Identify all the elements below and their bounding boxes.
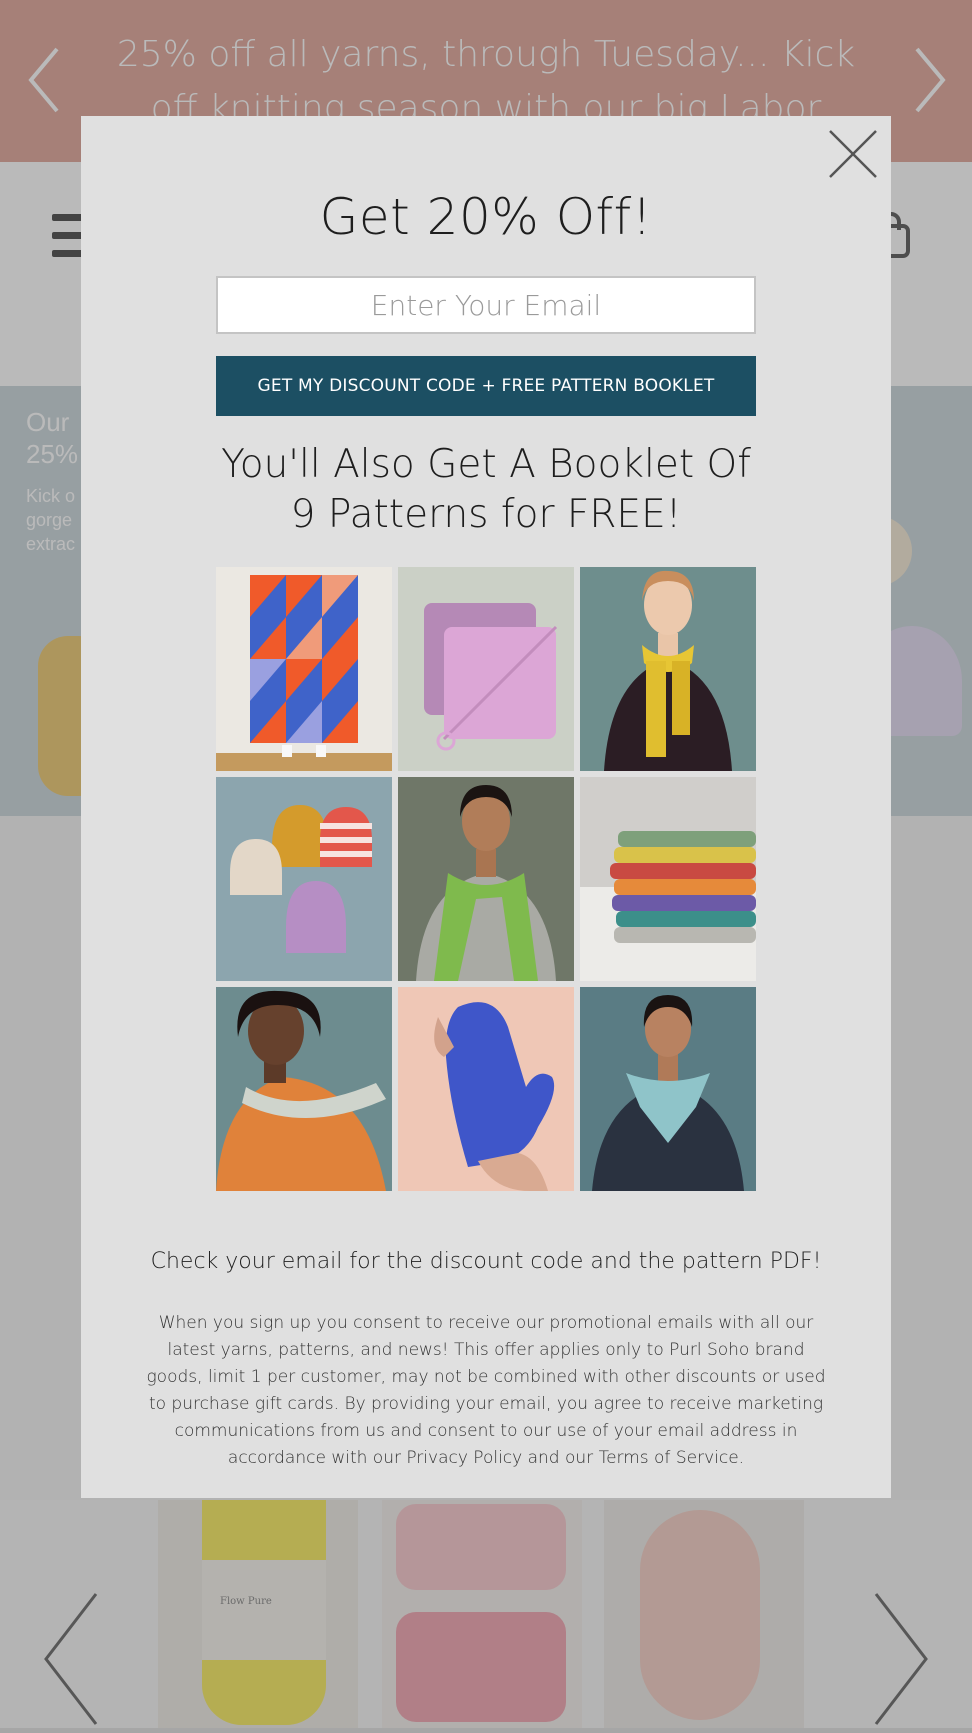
popup-title: Get 20% Off! bbox=[319, 188, 653, 246]
pattern-image-blue-kerchief bbox=[580, 987, 756, 1191]
pattern-image-blue-mitten bbox=[398, 987, 574, 1191]
discount-popup: Get 20% Off! GET MY DISCOUNT CODE + FREE… bbox=[81, 116, 891, 1498]
pattern-image-yellow-scarf bbox=[580, 567, 756, 771]
email-input[interactable] bbox=[216, 276, 756, 334]
pattern-grid bbox=[216, 567, 756, 1194]
pattern-image-orange-shawl bbox=[216, 987, 392, 1191]
close-button[interactable] bbox=[827, 128, 879, 180]
pattern-image-triangle-blanket bbox=[216, 567, 392, 771]
pattern-image-folded-blankets bbox=[580, 777, 756, 981]
booklet-heading: You'll Also Get A Booklet Of 9 Patterns … bbox=[221, 442, 751, 537]
pattern-image-green-scarf bbox=[398, 777, 574, 981]
legal-disclaimer: When you sign up you consent to receive … bbox=[146, 1313, 826, 1468]
get-discount-button[interactable]: GET MY DISCOUNT CODE + FREE PATTERN BOOK… bbox=[216, 356, 756, 416]
confirmation-note: Check your email for the discount code a… bbox=[150, 1249, 822, 1274]
close-x-icon bbox=[829, 130, 877, 178]
pattern-image-pink-washcloths bbox=[398, 567, 574, 771]
pattern-image-four-hats bbox=[216, 777, 392, 981]
